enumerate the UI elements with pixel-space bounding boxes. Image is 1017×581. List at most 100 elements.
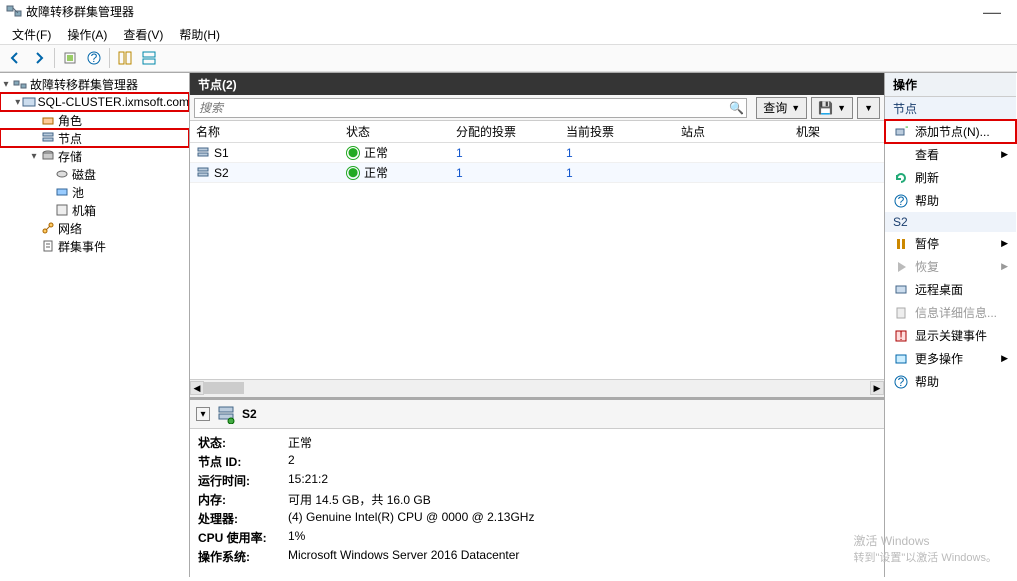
toolbar-btn-3[interactable] xyxy=(114,47,136,69)
col-rack[interactable]: 机架 xyxy=(790,121,870,142)
minimize-button[interactable]: — xyxy=(983,2,1001,23)
action-refresh[interactable]: 刷新 xyxy=(885,166,1016,189)
col-vote2[interactable]: 当前投票 xyxy=(560,121,675,142)
row-site xyxy=(675,151,790,155)
expand-icon[interactable]: ▾ xyxy=(28,151,40,162)
menu-view[interactable]: 查看(V) xyxy=(115,24,171,42)
v-cpuuse: 1% xyxy=(288,528,540,547)
roles-icon xyxy=(40,112,56,128)
chevron-right-icon: ▶ xyxy=(1001,149,1008,160)
nav-back-button[interactable] xyxy=(4,47,26,69)
col-state[interactable]: 状态 xyxy=(340,121,450,142)
col-site[interactable]: 站点 xyxy=(675,121,790,142)
row-name: S2 xyxy=(214,166,229,180)
chevron-down-icon: ▼ xyxy=(837,103,846,113)
search-icon[interactable]: 🔍 xyxy=(729,101,744,115)
tree-disks[interactable]: 磁盘 xyxy=(0,165,189,183)
action-remote[interactable]: 远程桌面 xyxy=(885,278,1016,301)
tree-nodes[interactable]: 节点 xyxy=(0,129,189,147)
action-view[interactable]: 查看▶ xyxy=(885,143,1016,166)
tree-events[interactable]: 群集事件 xyxy=(0,237,189,255)
nav-forward-button[interactable] xyxy=(28,47,50,69)
pool-icon xyxy=(54,184,70,200)
tree-networks[interactable]: 网络 xyxy=(0,219,189,237)
cluster-mgr-icon xyxy=(12,76,28,92)
expand-icon[interactable]: ▾ xyxy=(0,79,12,90)
events-icon xyxy=(40,238,56,254)
tree-events-label: 群集事件 xyxy=(58,238,106,255)
action-help2[interactable]: ?帮助 xyxy=(885,370,1016,393)
action-add-node[interactable]: +添加节点(N)... xyxy=(885,120,1016,143)
action-resume: 恢复▶ xyxy=(885,255,1016,278)
nodes-icon xyxy=(40,130,56,146)
col-name[interactable]: 名称 xyxy=(190,121,340,142)
detail-pane: ▾ S2 状态:正常 节点 ID:2 运行时间:15:21:2 内存:可用 14… xyxy=(190,397,884,577)
horizontal-scrollbar[interactable]: ◀ ▶ xyxy=(190,379,884,397)
critical-icon: ! xyxy=(893,328,909,344)
content-pane: 节点(2) 🔍 查询▼ 💾▼ ▼ 名称 状态 分配的投票 当前投票 站点 机架 … xyxy=(190,73,885,577)
v-mem: 可用 14.5 GB，共 16.0 GB xyxy=(288,490,540,509)
status-ok-icon: ⬤ xyxy=(346,166,360,180)
chevron-down-icon: ▼ xyxy=(864,103,873,113)
refresh-icon xyxy=(893,170,909,186)
cluster-icon xyxy=(22,94,36,110)
scroll-thumb[interactable] xyxy=(204,382,244,394)
actions-pane: 操作 节点 +添加节点(N)... 查看▶ 刷新 ?帮助 S2 暂停▶ 恢复▶ … xyxy=(885,73,1016,577)
expand-icon[interactable]: ▾ xyxy=(14,97,22,108)
svg-text:?: ? xyxy=(898,194,905,208)
col-vote1[interactable]: 分配的投票 xyxy=(450,121,560,142)
content-title: 节点(2) xyxy=(190,73,884,95)
query-dropdown[interactable]: 查询▼ xyxy=(756,97,807,119)
svg-text:+: + xyxy=(905,125,908,134)
table-row[interactable]: S1 ⬤正常 1 1 xyxy=(190,143,884,163)
server-icon xyxy=(196,166,210,180)
window-titlebar: 故障转移群集管理器 xyxy=(0,0,1017,22)
toolbar-help-icon[interactable]: ? xyxy=(83,47,105,69)
tree-storage[interactable]: ▾ 存储 xyxy=(0,147,189,165)
row-vote2: 1 xyxy=(560,144,675,162)
menu-action[interactable]: 操作(A) xyxy=(59,24,115,42)
menu-help[interactable]: 帮助(H) xyxy=(171,24,228,42)
action-pause[interactable]: 暂停▶ xyxy=(885,232,1016,255)
tree-cluster-label: SQL-CLUSTER.ixmsoft.com xyxy=(38,95,189,109)
server-icon xyxy=(216,404,236,424)
table-row[interactable]: S2 ⬤正常 1 1 xyxy=(190,163,884,183)
storage-icon xyxy=(40,148,56,164)
view-icon xyxy=(893,147,909,163)
clear-dropdown[interactable]: ▼ xyxy=(857,97,880,119)
grid-header: 名称 状态 分配的投票 当前投票 站点 机架 xyxy=(190,121,884,143)
k-state: 状态: xyxy=(198,433,288,452)
toolbar: ? xyxy=(0,44,1017,72)
window-title: 故障转移群集管理器 xyxy=(26,3,134,20)
action-info: 信息详细信息... xyxy=(885,301,1016,324)
menu-file[interactable]: 文件(F) xyxy=(4,24,59,42)
toolbar-btn-4[interactable] xyxy=(138,47,160,69)
action-critical[interactable]: !显示关键事件 xyxy=(885,324,1016,347)
toolbar-btn-1[interactable] xyxy=(59,47,81,69)
action-help[interactable]: ?帮助 xyxy=(885,189,1016,212)
row-vote1: 1 xyxy=(450,144,560,162)
tree-roles[interactable]: 角色 xyxy=(0,111,189,129)
help-icon: ? xyxy=(893,193,909,209)
action-more[interactable]: 更多操作▶ xyxy=(885,347,1016,370)
more-icon xyxy=(893,351,909,367)
action-group-node: S2 xyxy=(885,212,1016,232)
search-input[interactable] xyxy=(194,98,747,118)
activation-watermark: 激活 Windows 转到"设置"以激活 Windows。 xyxy=(854,532,998,565)
scroll-left-icon[interactable]: ◀ xyxy=(190,381,204,395)
save-dropdown[interactable]: 💾▼ xyxy=(811,97,853,119)
v-id: 2 xyxy=(288,452,540,471)
action-group-nodes: 节点 xyxy=(885,97,1016,120)
row-rack xyxy=(790,151,870,155)
disk-icon xyxy=(54,166,70,182)
tree-cluster[interactable]: ▾ SQL-CLUSTER.ixmsoft.com xyxy=(0,93,189,111)
tree-enclosures-label: 机箱 xyxy=(72,202,96,219)
app-icon xyxy=(6,3,22,19)
tree-enclosures[interactable]: 机箱 xyxy=(0,201,189,219)
scroll-right-icon[interactable]: ▶ xyxy=(870,381,884,395)
tree-networks-label: 网络 xyxy=(58,220,82,237)
tree-root[interactable]: ▾ 故障转移群集管理器 xyxy=(0,75,189,93)
pause-icon xyxy=(893,236,909,252)
collapse-button[interactable]: ▾ xyxy=(196,407,210,421)
tree-pools[interactable]: 池 xyxy=(0,183,189,201)
